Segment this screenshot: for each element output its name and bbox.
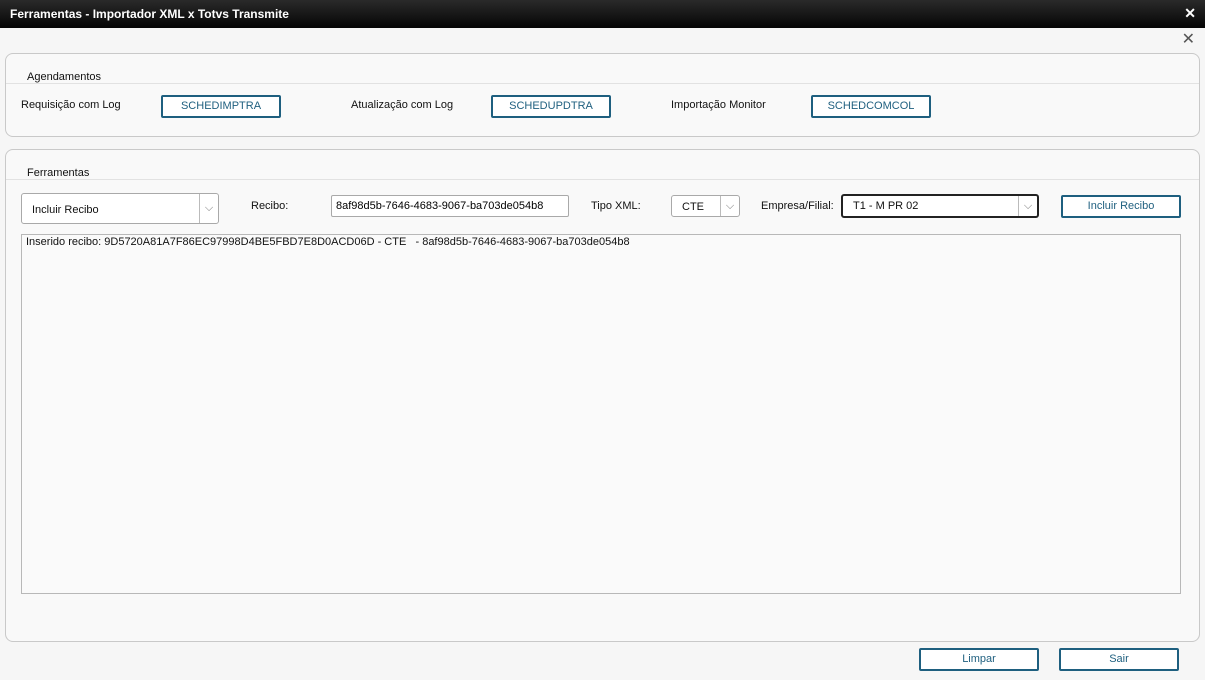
chevron-down-icon[interactable]: ⌵ <box>720 196 739 216</box>
tipo-xml-value: CTE <box>682 201 704 213</box>
incluir-recibo-button[interactable]: Incluir Recibo <box>1061 195 1181 218</box>
dialog-close-icon[interactable]: ✕ <box>1182 29 1195 49</box>
log-textarea[interactable]: Inserido recibo: 9D5720A81A7F86EC97998D4… <box>21 234 1181 594</box>
recibo-label: Recibo: <box>251 200 289 212</box>
sair-button[interactable]: Sair <box>1059 648 1179 671</box>
window-titlebar: Ferramentas - Importador XML x Totvs Tra… <box>0 0 1205 28</box>
panel-divider <box>6 83 1199 84</box>
importacao-label: Importação Monitor <box>671 99 766 111</box>
recibo-input[interactable] <box>331 195 569 217</box>
window-title: Ferramentas - Importador XML x Totvs Tra… <box>10 7 289 21</box>
agendamentos-title: Agendamentos <box>27 71 101 83</box>
action-select[interactable]: Incluir Recibo ⌵ <box>21 193 219 224</box>
action-select-value: Incluir Recibo <box>32 204 99 216</box>
tipo-xml-select[interactable]: CTE ⌵ <box>671 195 740 217</box>
tipo-xml-label: Tipo XML: <box>591 200 641 212</box>
schedcomcol-button[interactable]: SCHEDCOMCOL <box>811 95 931 118</box>
schedupdtra-button[interactable]: SCHEDUPDTRA <box>491 95 611 118</box>
empresa-filial-label: Empresa/Filial: <box>761 200 834 212</box>
limpar-button[interactable]: Limpar <box>919 648 1039 671</box>
panel-divider <box>6 179 1199 180</box>
schedimptra-button[interactable]: SCHEDIMPTRA <box>161 95 281 118</box>
atualizacao-label: Atualização com Log <box>351 99 454 111</box>
window-close-icon[interactable]: ✕ <box>1184 5 1196 22</box>
ferramentas-title: Ferramentas <box>27 167 90 179</box>
chevron-down-icon[interactable]: ⌵ <box>199 194 218 223</box>
requisicao-label: Requisição com Log <box>21 99 121 111</box>
empresa-filial-value: T1 - M PR 02 <box>853 200 919 212</box>
empresa-filial-select[interactable]: T1 - M PR 02 ⌵ <box>841 194 1039 218</box>
chevron-down-icon[interactable]: ⌵ <box>1018 196 1037 216</box>
